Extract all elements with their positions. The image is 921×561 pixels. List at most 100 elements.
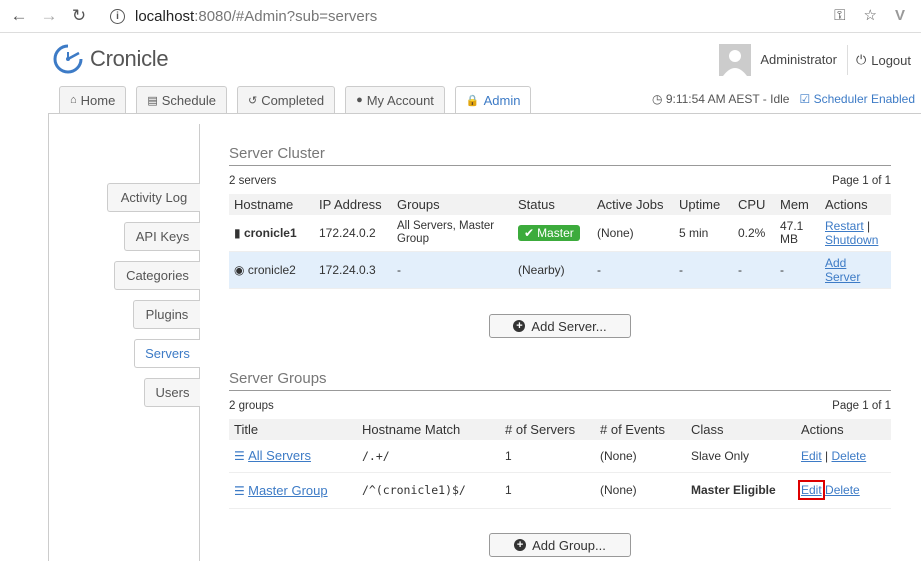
add-group-button[interactable]: + Add Group... [489,533,631,557]
edit-link[interactable]: Edit [798,480,825,500]
tab-completed[interactable]: ↺ Completed [236,86,336,113]
logout-button[interactable]: ⏻ Logout [856,52,921,68]
server-table: Hostname IP Address Groups Status Active… [229,194,891,289]
ip-cell: 172.24.0.2 [314,215,392,252]
star-icon[interactable]: ☆ [864,6,877,24]
eye-icon: ◉ [234,262,245,277]
lock-icon: 🔒 [465,95,480,107]
hostname-match-cell: /.+/ [357,440,500,473]
group-count: 2 groups [229,400,274,412]
section-divider [229,390,891,391]
hostname: cronicle2 [247,262,296,277]
sidebar-item-users[interactable]: Users [144,378,200,407]
status-cell: (Nearby) [513,251,592,289]
column-header: CPU [733,194,775,215]
content-border-left [48,113,49,561]
plus-circle-icon: + [514,539,527,551]
column-header: Groups [392,194,513,215]
add-server-button[interactable]: + Add Server... [489,314,631,338]
ip-cell: 172.24.0.3 [314,251,392,289]
group-title-link[interactable]: Master Group [248,483,327,498]
sidebar-item-activity-log[interactable]: Activity Log [107,183,200,212]
mem-cell: - [775,251,820,289]
app-logo[interactable]: Cronicle [52,43,169,75]
group-title-link[interactable]: All Servers [248,448,311,463]
user-area: Administrator ⏻ Logout [719,43,921,77]
server-icon: ▮ [234,225,241,240]
avatar[interactable] [719,44,752,76]
history-icon: ↺ [247,94,258,107]
info-icon[interactable]: i [110,8,125,24]
server-cluster-title: Server Cluster [229,145,325,162]
clock-logo-icon [53,44,83,74]
scheduler-toggle[interactable]: ☑ Scheduler Enabled [799,92,915,106]
tab-admin[interactable]: 🔒 Admin [454,86,532,114]
column-header: Class [686,419,796,440]
restart-link[interactable]: Restart [825,219,864,233]
hostname-cell: ◉ cronicle2 [229,251,314,289]
table-header: Title Hostname Match # of Servers # of E… [229,419,891,440]
class-cell: Slave Only [686,440,796,473]
table-row: ☰ All Servers /.+/ 1 (None) Slave Only E… [229,440,891,473]
user-name[interactable]: Administrator [760,45,848,75]
uptime-cell: - [674,251,733,289]
action-separator: | [867,218,871,233]
browser-toolbar: ← → ↻ i localhost:8080/#Admin?sub=server… [0,0,921,33]
key-icon[interactable]: ⚿ [834,7,845,24]
uptime-cell: 5 min [674,215,733,252]
tab-label: Home [80,92,116,108]
plus-circle-icon: + [513,320,526,332]
server-count-cell: 1 [500,440,595,473]
forward-icon[interactable]: → [38,5,60,27]
event-count-cell: (None) [595,440,686,473]
sidebar-item-servers[interactable]: Servers [134,339,200,368]
status-cell: ✔ Master [513,215,592,252]
tab-label: Schedule [161,92,216,108]
active-jobs-cell: - [592,251,674,289]
column-header: Status [513,194,592,215]
edit-link[interactable]: Edit [801,449,822,463]
actions-cell: Edit | Delete [796,440,891,473]
column-header: Actions [796,419,891,440]
logout-label: Logout [871,52,911,68]
server-groups-table: Title Hostname Match # of Servers # of E… [229,419,891,509]
address-bar[interactable]: i localhost:8080/#Admin?sub=servers [110,8,377,25]
extension-icon[interactable]: V [895,7,905,24]
column-header: # of Servers [500,419,595,440]
column-header: Active Jobs [592,194,674,215]
sidebar-item-api-keys[interactable]: API Keys [124,222,200,251]
column-header: Hostname Match [357,419,500,440]
hostname-cell: ▮ cronicle1 [229,215,314,252]
table-row: ◉ cronicle2 172.24.0.3 - (Nearby) - - - … [229,251,891,289]
section-divider [229,165,891,166]
add-server-label: Add Server... [531,318,607,334]
tab-home[interactable]: ⌂ Home [59,86,127,113]
clock-status: ◷ 9:11:54 AM AEST - Idle [652,92,789,106]
actions-cell: Restart | Shutdown [820,215,891,252]
calendar-icon: ▤ [147,94,158,107]
tab-my-account[interactable]: ● My Account [345,86,445,113]
group-title-cell: ☰ All Servers [229,440,357,473]
content-border-top [48,113,921,114]
tab-schedule[interactable]: ▤ Schedule [136,86,227,113]
status-bar: ◷ 9:11:54 AM AEST - Idle ☑ Scheduler Ena… [652,92,915,106]
back-icon[interactable]: ← [8,5,30,27]
shutdown-link[interactable]: Shutdown [825,233,878,247]
add-server-link[interactable]: Add Server [825,256,865,284]
sidebar-item-categories[interactable]: Categories [114,261,200,290]
column-header: Actions [820,194,891,215]
table-header: Hostname IP Address Groups Status Active… [229,194,891,215]
actions-cell: Edit Delete [796,472,891,509]
sidebar-item-plugins[interactable]: Plugins [133,300,200,329]
tab-label: My Account [366,92,434,108]
delete-link[interactable]: Delete [825,483,860,497]
user-icon: ● [356,94,363,106]
column-header: Uptime [674,194,733,215]
url-path: :8080/#Admin?sub=servers [194,7,378,25]
reload-icon[interactable]: ↻ [68,5,90,27]
column-header: # of Events [595,419,686,440]
hostname: cronicle1 [243,225,297,240]
url-host: localhost [135,7,195,25]
server-groups-title: Server Groups [229,370,327,387]
delete-link[interactable]: Delete [832,449,867,463]
